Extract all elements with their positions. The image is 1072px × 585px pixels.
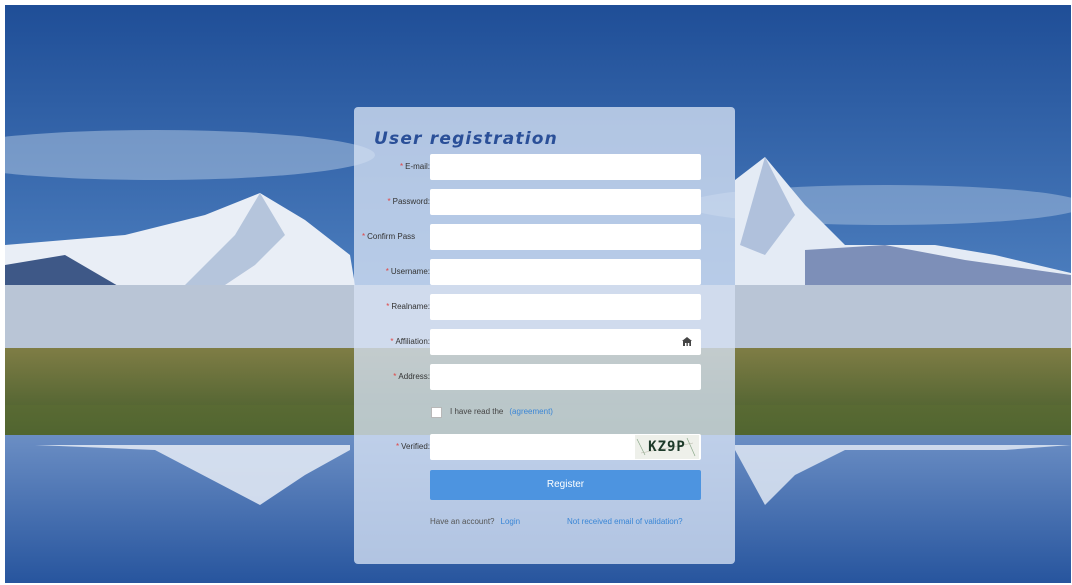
captcha-image[interactable]: KZ9P [635,435,699,459]
affiliation-row: * Affiliation: [354,329,735,355]
password-row: * Password: [354,189,735,215]
confirm-password-label: * Confirm Pass [362,232,416,241]
affiliation-field[interactable] [430,329,701,355]
registration-panel: User registration * E-mail: * Password: * C… [354,107,735,564]
captcha-text: KZ9P [648,439,686,455]
login-link[interactable]: Login [501,517,521,526]
agreement-checkbox[interactable] [431,406,442,418]
register-button[interactable]: Register [430,470,701,500]
password-field[interactable] [430,189,701,215]
confirm-password-field[interactable] [430,224,701,250]
verified-row: * Verified: KZ9P [354,434,735,460]
realname-field[interactable] [430,294,701,320]
username-row: * Username: [354,259,735,285]
form-title: User registration [374,129,558,149]
account-prompt: Have an account? Login [430,517,520,526]
account-text: Have an account? [430,517,495,526]
email-row: * E-mail: [354,154,735,180]
address-label: * Address: [393,372,430,381]
username-field[interactable] [430,259,701,285]
resend-validation-link[interactable]: Not received email of validation? [567,517,683,526]
agreement-row: I have read the (agreement) [431,405,553,419]
agreement-text: I have read the [450,407,504,416]
agreement-link[interactable]: (agreement) [509,407,553,416]
realname-label: * Realname: [386,302,430,311]
institution-icon[interactable] [681,336,693,348]
email-label: * E-mail: [399,162,430,171]
confirm-password-row: * Confirm Pass [354,224,735,250]
password-label: * Password: [387,197,430,206]
affiliation-label: * Affiliation: [390,337,430,346]
email-field[interactable] [430,154,701,180]
username-label: * Username: [385,267,430,276]
address-row: * Address: [354,364,735,390]
verified-label: * Verified: [395,442,430,451]
realname-row: * Realname: [354,294,735,320]
address-field[interactable] [430,364,701,390]
